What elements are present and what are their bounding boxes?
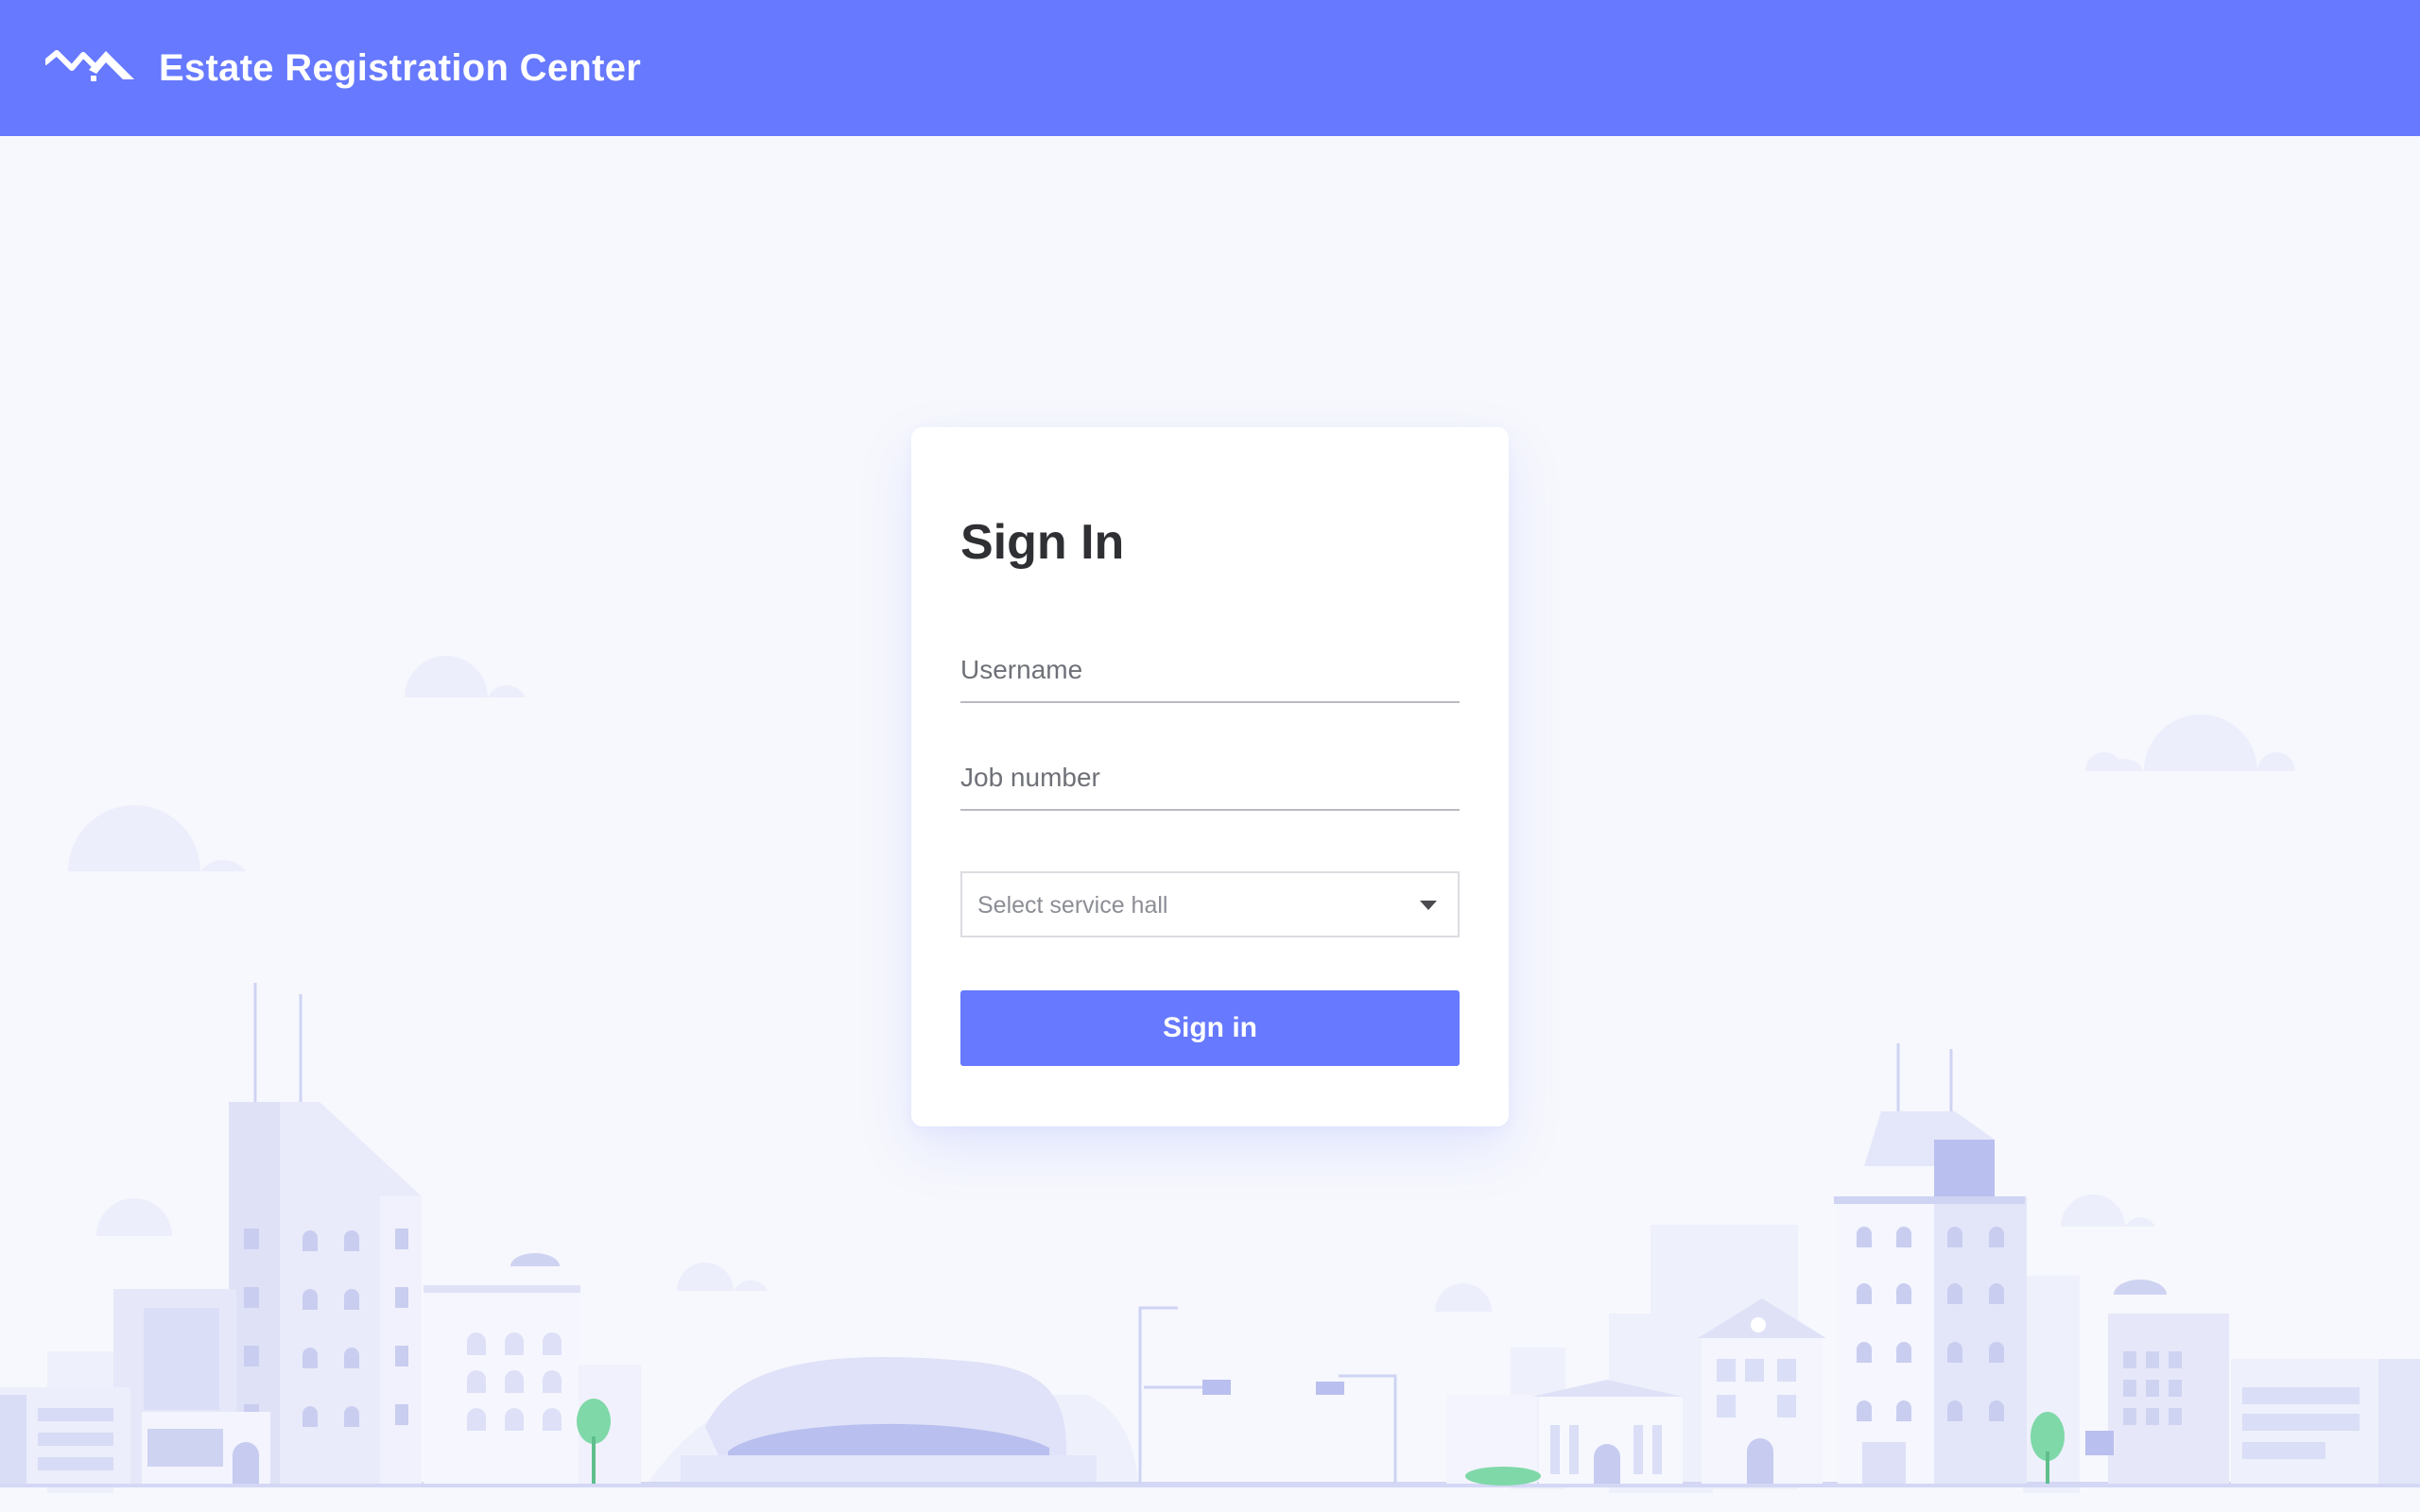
top-header: Estate Registration Center xyxy=(0,0,2420,136)
job-number-input[interactable] xyxy=(960,754,1460,811)
sign-in-button[interactable]: Sign in xyxy=(960,990,1460,1066)
sign-in-card: Sign In Select service hall Sign in xyxy=(911,427,1509,1126)
service-hall-select[interactable]: Select service hall xyxy=(960,871,1460,937)
service-hall-selected-value: Select service hall xyxy=(977,892,1168,919)
caret-down-icon xyxy=(1420,901,1437,910)
username-input[interactable] xyxy=(960,646,1460,703)
app-title: Estate Registration Center xyxy=(159,47,642,89)
sign-in-title: Sign In xyxy=(960,515,1125,570)
mountain-logo-icon xyxy=(45,50,134,81)
